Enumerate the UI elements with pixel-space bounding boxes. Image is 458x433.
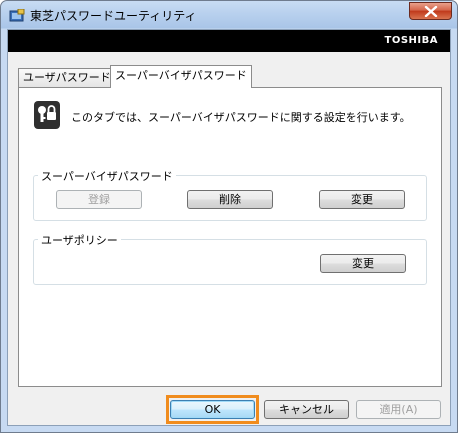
tab-panel: このタブでは、スーパーバイザパスワードに関する設定を行います。 スーパーバイザパ… bbox=[18, 87, 442, 387]
password-utility-window: 東芝パスワードユーティリティ TOSHIBA ユーザパスワード スーパーバイザパ… bbox=[0, 0, 458, 433]
user-policy-group: ユーザポリシー 変更 bbox=[33, 232, 427, 285]
brand-bar: TOSHIBA bbox=[8, 30, 450, 52]
app-icon bbox=[9, 8, 25, 22]
dialog-client-area: TOSHIBA ユーザパスワード スーパーバイザパスワード このタブでは、スーパ… bbox=[7, 29, 451, 426]
change-supervisor-button[interactable]: 変更 bbox=[319, 190, 405, 209]
delete-button[interactable]: 削除 bbox=[187, 190, 273, 209]
close-button[interactable] bbox=[409, 2, 452, 20]
tab-supervisor-password[interactable]: スーパーバイザパスワード bbox=[110, 65, 252, 88]
info-text: このタブでは、スーパーバイザパスワードに関する設定を行います。 bbox=[71, 111, 411, 124]
apply-button[interactable]: 適用(A) bbox=[356, 400, 441, 419]
cancel-button[interactable]: キャンセル bbox=[264, 400, 349, 419]
title-bar[interactable]: 東芝パスワードユーティリティ bbox=[1, 1, 457, 28]
change-policy-button[interactable]: 変更 bbox=[320, 254, 406, 273]
policy-group-label: ユーザポリシー bbox=[38, 232, 121, 248]
close-icon bbox=[424, 6, 438, 17]
supervisor-password-group: スーパーバイザパスワード 登録 削除 変更 bbox=[33, 168, 427, 221]
tab-user-password[interactable]: ユーザパスワード bbox=[18, 68, 116, 87]
ok-button[interactable]: OK bbox=[170, 400, 255, 419]
password-lock-icon bbox=[33, 100, 61, 130]
brand-logo: TOSHIBA bbox=[384, 35, 438, 46]
supervisor-group-label: スーパーバイザパスワード bbox=[38, 168, 176, 184]
register-button[interactable]: 登録 bbox=[56, 190, 142, 209]
window-title: 東芝パスワードユーティリティ bbox=[30, 9, 197, 23]
